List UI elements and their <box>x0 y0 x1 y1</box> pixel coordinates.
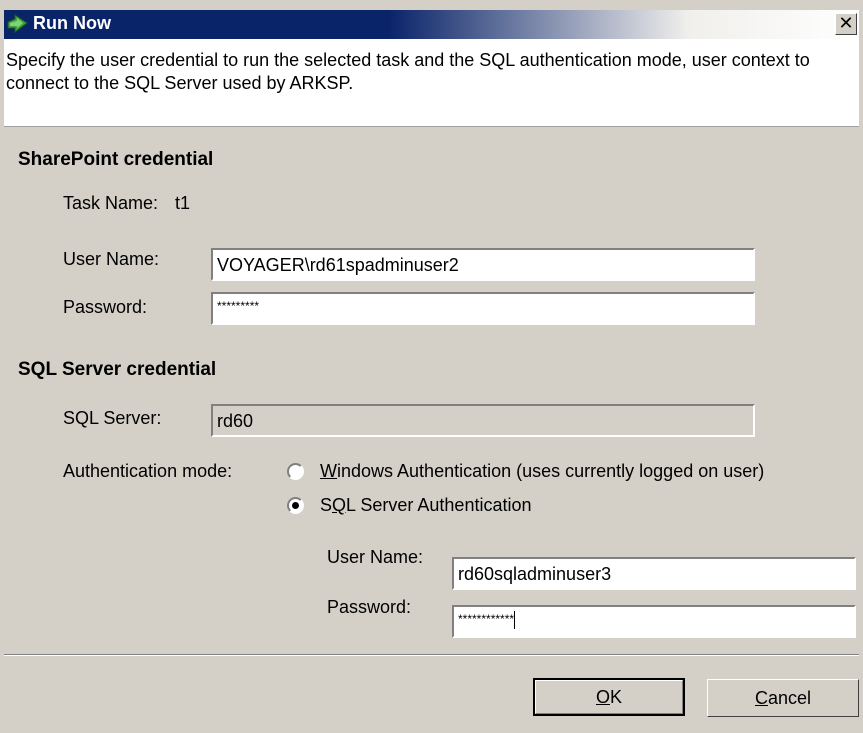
cancel-mnemonic: C <box>754 688 768 708</box>
sql-server-label: SQL Server: <box>63 408 162 428</box>
description-panel: Specify the user credential to run the s… <box>4 39 859 127</box>
windows-auth-radio[interactable] <box>287 463 304 480</box>
close-icon: ✕ <box>838 13 854 33</box>
sharepoint-section-title: SharePoint credential <box>18 149 214 170</box>
window-title: Run Now <box>33 13 111 33</box>
sp-username-label: User Name: <box>63 249 160 269</box>
sql-auth-mnemonic: Q <box>332 495 347 515</box>
text-cursor <box>514 610 516 629</box>
sql-auth-radio[interactable] <box>287 497 304 514</box>
sql-password-value: ************ <box>458 612 515 626</box>
cancel-button[interactable]: Cancel <box>707 679 859 717</box>
ok-mnemonic: O <box>595 687 610 707</box>
sp-password-label: Password: <box>63 297 148 317</box>
windows-auth-label[interactable]: Windows Authentication (uses currently l… <box>320 461 764 482</box>
sql-section-title: SQL Server credential <box>18 359 217 380</box>
windows-auth-mnemonic: W <box>320 461 337 481</box>
cancel-rest: ancel <box>767 688 812 708</box>
sql-auth-rest: L Server Authentication <box>346 495 532 515</box>
sql-password-input[interactable]: ************ <box>452 605 856 638</box>
footer-divider <box>4 654 859 656</box>
sql-server-input: rd60 <box>211 404 755 437</box>
ok-rest: K <box>610 687 623 707</box>
run-now-dialog: Run Now ✕ Specify the user credential to… <box>0 0 863 733</box>
windows-auth-rest: indows Authentication (uses currently lo… <box>337 461 765 481</box>
ok-button[interactable]: OK <box>533 678 685 716</box>
close-button[interactable]: ✕ <box>835 13 857 35</box>
task-name-value: t1 <box>175 193 191 213</box>
sql-password-label: Password: <box>327 597 412 617</box>
sql-username-label: User Name: <box>327 547 424 567</box>
auth-mode-label: Authentication mode: <box>63 461 233 481</box>
sql-auth-prefix: S <box>320 495 333 515</box>
form-area: SharePoint credential Task Name: t1 User… <box>4 127 859 654</box>
task-name-label: Task Name: <box>63 193 159 213</box>
ok-button-face: OK <box>535 680 683 714</box>
sql-auth-label[interactable]: SQL Server Authentication <box>320 495 531 516</box>
arrow-run-icon <box>7 14 28 33</box>
description-text: Specify the user credential to run the s… <box>6 50 810 93</box>
sp-username-input[interactable]: VOYAGER\rd61spadminuser2 <box>211 248 755 281</box>
sql-username-input[interactable]: rd60sqladminuser3 <box>452 557 856 590</box>
title-bar[interactable]: Run Now ✕ <box>4 10 859 39</box>
sp-password-input[interactable]: ********* <box>211 292 755 325</box>
